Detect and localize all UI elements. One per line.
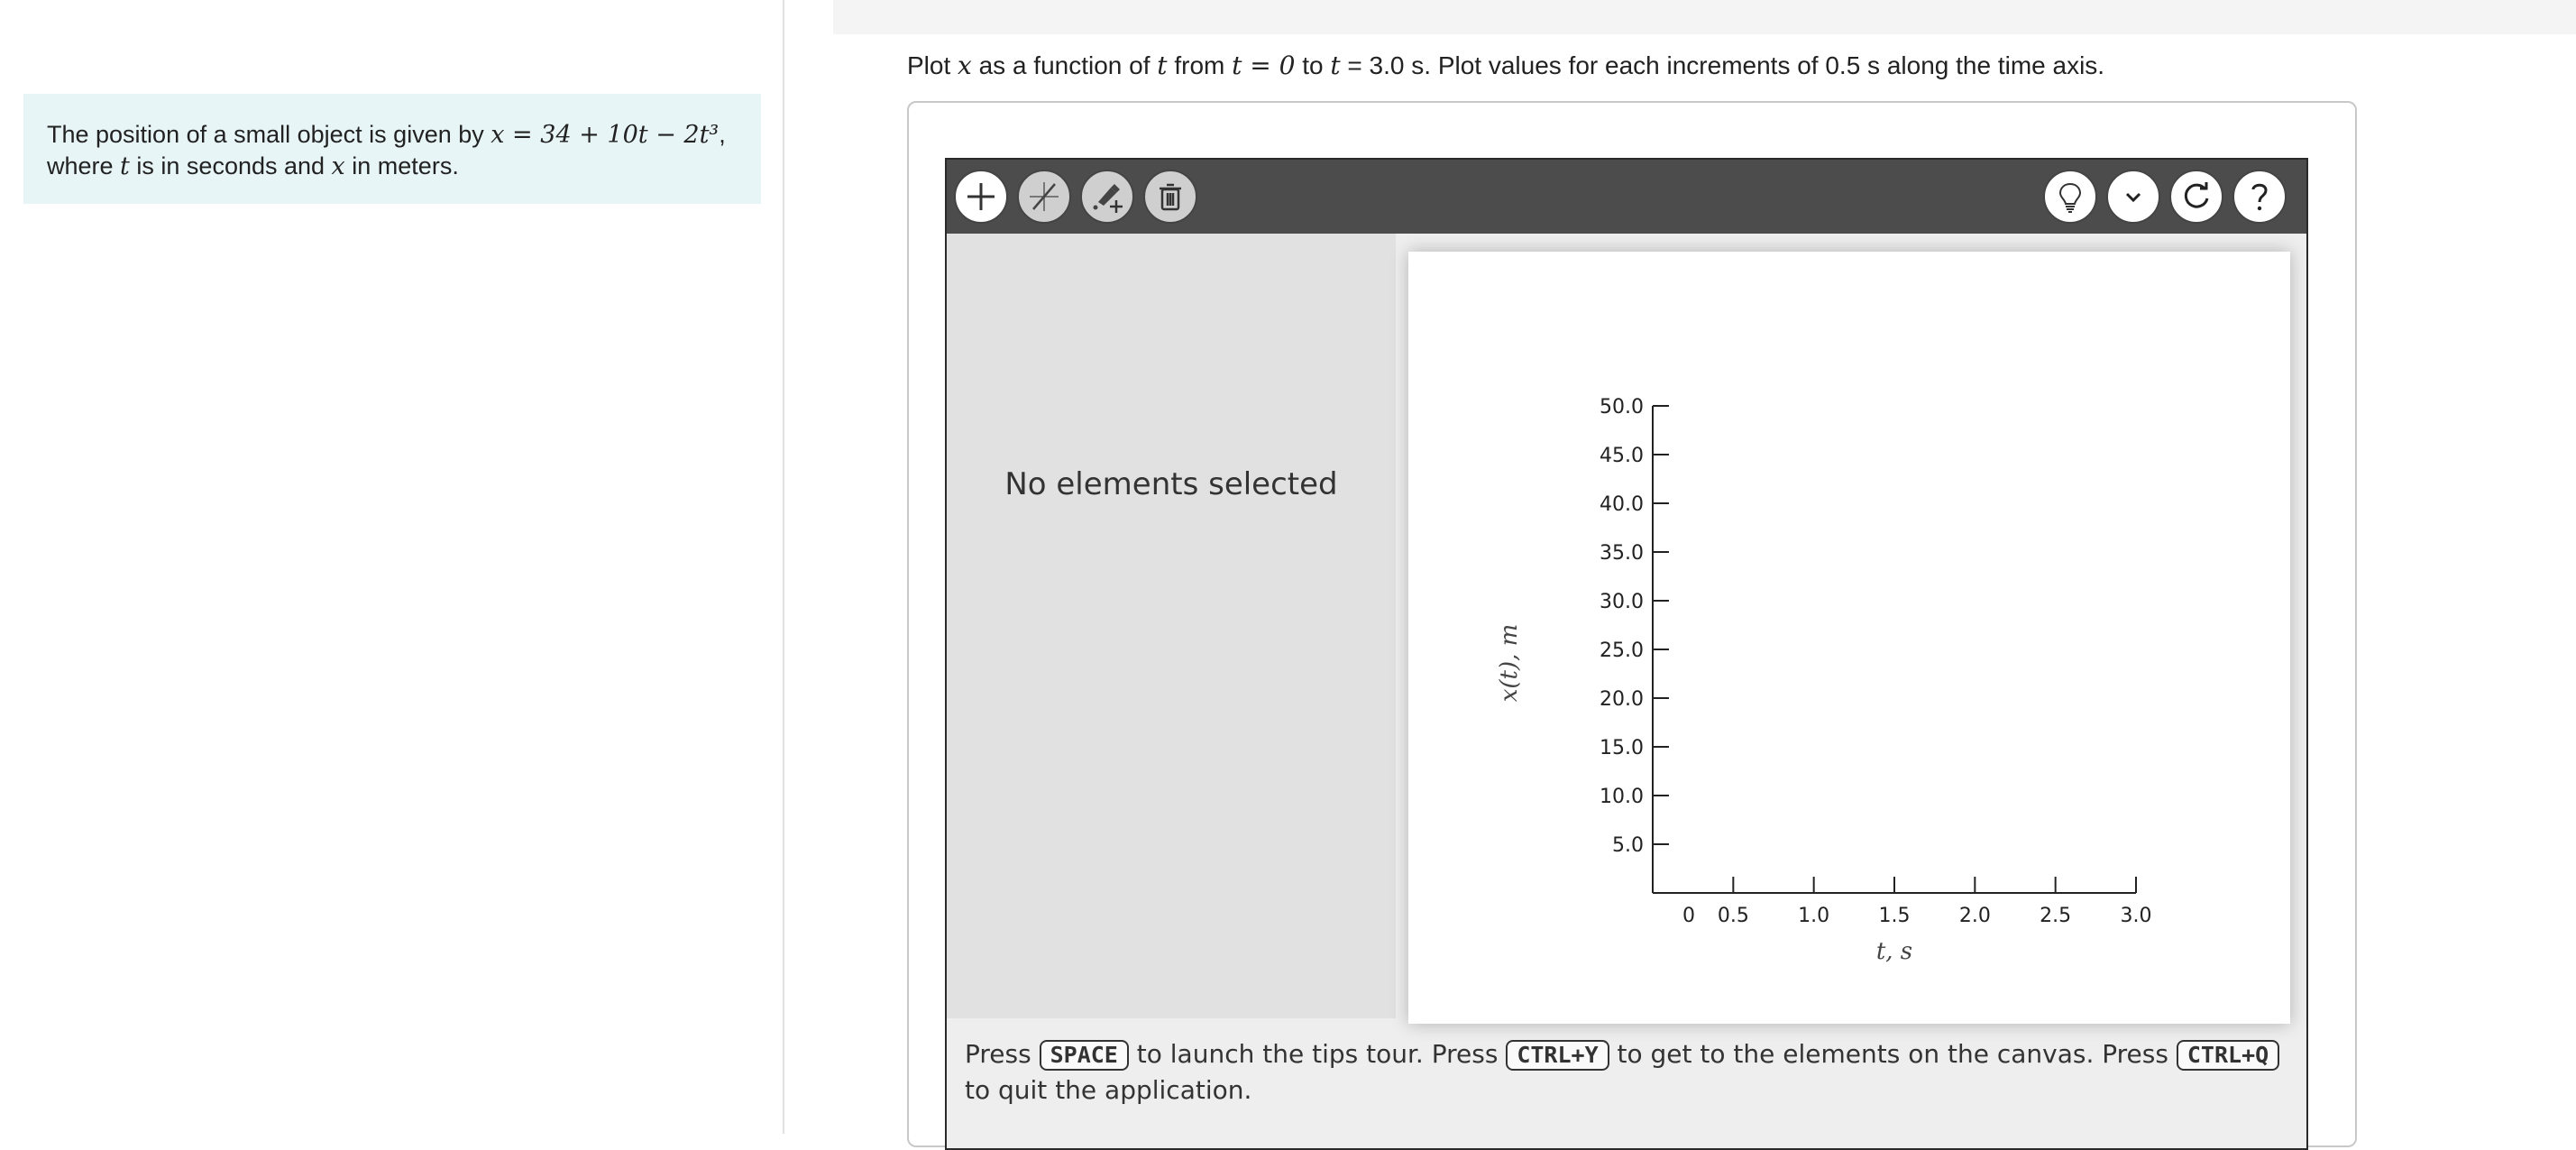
prompt-t0: t = 0 <box>1232 51 1296 80</box>
prompt-text: to <box>1295 51 1331 79</box>
footer-text: to launch the tips tour. Press <box>1128 1039 1507 1069</box>
graph-canvas[interactable]: 5.0 10.0 15.0 20.0 25.0 30.0 35.0 40.0 45.0 50.0 0… <box>1408 252 2290 1024</box>
footer-text: to quit the application. <box>965 1075 1252 1105</box>
prompt-var-x: x <box>958 51 972 80</box>
line-tool-icon <box>1030 182 1059 211</box>
prompt-text: = 3.0 s. Plot values for each increments… <box>1340 51 2105 79</box>
y-tick-label: 35.0 <box>1600 542 1644 565</box>
x-tick-label: 0 <box>1682 905 1695 927</box>
var-t: t <box>120 152 130 180</box>
footer-text: to get to the elements on the canvas. Pr… <box>1609 1039 2177 1069</box>
prompt-text: as a function of <box>971 51 1158 79</box>
prompt-var-t: t <box>1157 51 1168 80</box>
line-tool-button[interactable] <box>1017 170 1071 224</box>
problem-text-2: , <box>719 121 726 148</box>
hint-lightbulb-icon <box>2058 182 2082 213</box>
footer-text: Press <box>965 1039 1040 1069</box>
help-icon <box>2251 183 2268 211</box>
prompt-var-t: t <box>1330 51 1341 80</box>
top-bar <box>833 0 2576 34</box>
trash-icon <box>1160 183 1181 211</box>
x-tick-label: 3.0 <box>2121 905 2152 927</box>
problem-statement: The position of a small object is given … <box>23 94 761 204</box>
question-prompt: Plot x as a function of t from t = 0 to … <box>907 51 2104 80</box>
y-tick-label: 45.0 <box>1600 445 1644 467</box>
no-selection-text: No elements selected <box>1004 466 1338 502</box>
selection-panel: No elements selected <box>947 234 1396 1018</box>
problem-text-3: where <box>47 152 121 179</box>
x-tick-label: 1.5 <box>1879 905 1911 927</box>
x-tick-label: 2.5 <box>2040 905 2071 927</box>
marker-add-icon <box>1093 184 1123 213</box>
graph-toolbar <box>947 160 2306 234</box>
delete-button[interactable] <box>1143 170 1197 224</box>
y-tick-label: 25.0 <box>1600 639 1644 662</box>
left-pane: The position of a small object is given … <box>0 0 784 1134</box>
y-tick-label: 40.0 <box>1600 493 1644 516</box>
y-tick-label: 50.0 <box>1600 396 1644 419</box>
graphing-app: No elements selected 5.0 10.0 15.0 20.0 25.0… <box>945 158 2308 1150</box>
reset-icon <box>2184 182 2209 208</box>
x-tick-label: 1.0 <box>1798 905 1829 927</box>
help-button[interactable] <box>2232 170 2287 224</box>
position-time-graph[interactable]: 5.0 10.0 15.0 20.0 25.0 30.0 35.0 40.0 45.0 50.0 0… <box>1408 252 2290 1024</box>
problem-text-1: The position of a small object is given … <box>47 121 491 148</box>
y-tick-label: 30.0 <box>1600 591 1644 613</box>
ctrl-y-key: CTRL+Y <box>1506 1040 1609 1071</box>
keyboard-help: Press SPACE to launch the tips tour. Pre… <box>965 1036 2290 1109</box>
y-tick-label: 5.0 <box>1612 834 1644 857</box>
chevron-down-icon <box>2125 192 2141 203</box>
problem-text-5: in meters. <box>344 152 459 179</box>
prompt-text: Plot <box>907 51 958 79</box>
plus-icon <box>967 183 995 210</box>
space-key: SPACE <box>1039 1040 1129 1071</box>
x-tick-label: 0.5 <box>1718 905 1749 927</box>
add-point-button[interactable] <box>954 170 1008 224</box>
problem-text-4: is in seconds and <box>129 152 332 179</box>
more-options-button[interactable] <box>2106 170 2160 224</box>
y-tick-label: 10.0 <box>1600 786 1644 808</box>
y-axis-label: x(t), m <box>1496 624 1523 703</box>
hint-button[interactable] <box>2043 170 2097 224</box>
prompt-text: from <box>1167 51 1233 79</box>
position-equation: x = 34 + 10t − 2t³ <box>490 121 720 149</box>
x-axis-label: t, s <box>1876 938 1912 965</box>
marker-add-button[interactable] <box>1080 170 1134 224</box>
y-tick-label: 20.0 <box>1600 688 1644 711</box>
reset-button[interactable] <box>2169 170 2223 224</box>
y-tick-label: 15.0 <box>1600 737 1644 759</box>
var-x: x <box>331 152 345 180</box>
ctrl-q-key: CTRL+Q <box>2176 1040 2280 1071</box>
x-tick-label: 2.0 <box>1959 905 1991 927</box>
